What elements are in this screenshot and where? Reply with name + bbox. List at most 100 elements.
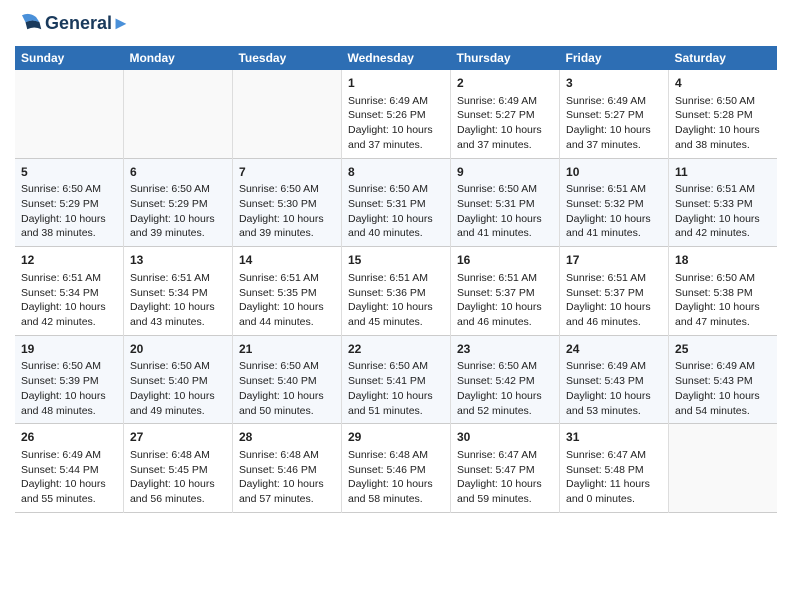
- day-info: Sunset: 5:47 PM: [457, 463, 553, 478]
- day-cell: 29Sunrise: 6:48 AMSunset: 5:46 PMDayligh…: [341, 424, 450, 513]
- day-cell: 26Sunrise: 6:49 AMSunset: 5:44 PMDayligh…: [15, 424, 123, 513]
- day-info: Sunrise: 6:51 AM: [21, 271, 117, 286]
- day-info: and 41 minutes.: [457, 226, 553, 241]
- day-info: and 43 minutes.: [130, 315, 226, 330]
- weekday-header-saturday: Saturday: [669, 46, 777, 70]
- day-info: and 37 minutes.: [457, 138, 553, 153]
- day-info: Daylight: 10 hours: [457, 123, 553, 138]
- day-info: Sunset: 5:44 PM: [21, 463, 117, 478]
- day-info: Daylight: 10 hours: [566, 212, 662, 227]
- day-info: Sunrise: 6:50 AM: [21, 359, 117, 374]
- day-cell: 6Sunrise: 6:50 AMSunset: 5:29 PMDaylight…: [123, 158, 232, 247]
- day-info: and 37 minutes.: [566, 138, 662, 153]
- day-info: Daylight: 10 hours: [21, 300, 117, 315]
- day-number: 1: [348, 75, 444, 92]
- day-info: Sunset: 5:32 PM: [566, 197, 662, 212]
- day-cell: 3Sunrise: 6:49 AMSunset: 5:27 PMDaylight…: [560, 70, 669, 158]
- day-info: and 58 minutes.: [348, 492, 444, 507]
- day-info: Sunset: 5:28 PM: [675, 108, 771, 123]
- day-info: Sunset: 5:48 PM: [566, 463, 662, 478]
- day-info: Daylight: 11 hours: [566, 477, 662, 492]
- day-info: Sunrise: 6:50 AM: [457, 182, 553, 197]
- day-number: 13: [130, 252, 226, 269]
- weekday-header-sunday: Sunday: [15, 46, 123, 70]
- day-cell: 19Sunrise: 6:50 AMSunset: 5:39 PMDayligh…: [15, 335, 123, 424]
- day-number: 2: [457, 75, 553, 92]
- header: General►: [15, 10, 777, 38]
- day-number: 31: [566, 429, 662, 446]
- calendar-table: SundayMondayTuesdayWednesdayThursdayFrid…: [15, 46, 777, 513]
- day-number: 10: [566, 164, 662, 181]
- logo-icon: [15, 10, 43, 38]
- day-info: Daylight: 10 hours: [675, 212, 771, 227]
- day-number: 16: [457, 252, 553, 269]
- day-info: Sunrise: 6:50 AM: [348, 359, 444, 374]
- day-info: Daylight: 10 hours: [130, 300, 226, 315]
- day-info: and 55 minutes.: [21, 492, 117, 507]
- day-info: Daylight: 10 hours: [566, 300, 662, 315]
- day-info: Sunrise: 6:49 AM: [566, 94, 662, 109]
- weekday-header-friday: Friday: [560, 46, 669, 70]
- calendar-container: General► SundayMondayTuesdayWednesdayThu…: [0, 0, 792, 523]
- weekday-header-monday: Monday: [123, 46, 232, 70]
- day-info: Daylight: 10 hours: [130, 212, 226, 227]
- day-info: and 46 minutes.: [566, 315, 662, 330]
- day-number: 12: [21, 252, 117, 269]
- day-cell: 23Sunrise: 6:50 AMSunset: 5:42 PMDayligh…: [451, 335, 560, 424]
- day-info: and 57 minutes.: [239, 492, 335, 507]
- day-info: Daylight: 10 hours: [566, 389, 662, 404]
- day-info: Sunrise: 6:49 AM: [566, 359, 662, 374]
- day-number: 17: [566, 252, 662, 269]
- day-number: 30: [457, 429, 553, 446]
- day-info: and 38 minutes.: [675, 138, 771, 153]
- day-cell: 30Sunrise: 6:47 AMSunset: 5:47 PMDayligh…: [451, 424, 560, 513]
- week-row-1: 1Sunrise: 6:49 AMSunset: 5:26 PMDaylight…: [15, 70, 777, 158]
- day-info: Sunset: 5:42 PM: [457, 374, 553, 389]
- day-cell: 4Sunrise: 6:50 AMSunset: 5:28 PMDaylight…: [669, 70, 777, 158]
- day-number: 28: [239, 429, 335, 446]
- day-info: Sunset: 5:29 PM: [21, 197, 117, 212]
- day-cell: 15Sunrise: 6:51 AMSunset: 5:36 PMDayligh…: [341, 247, 450, 336]
- day-info: Sunrise: 6:50 AM: [457, 359, 553, 374]
- weekday-header-row: SundayMondayTuesdayWednesdayThursdayFrid…: [15, 46, 777, 70]
- day-info: Sunrise: 6:51 AM: [675, 182, 771, 197]
- day-info: Sunset: 5:46 PM: [239, 463, 335, 478]
- day-info: Sunrise: 6:51 AM: [348, 271, 444, 286]
- day-cell: 25Sunrise: 6:49 AMSunset: 5:43 PMDayligh…: [669, 335, 777, 424]
- day-number: 24: [566, 341, 662, 358]
- day-info: Sunrise: 6:48 AM: [348, 448, 444, 463]
- day-cell: 2Sunrise: 6:49 AMSunset: 5:27 PMDaylight…: [451, 70, 560, 158]
- day-number: 9: [457, 164, 553, 181]
- day-info: Daylight: 10 hours: [566, 123, 662, 138]
- day-info: Sunset: 5:34 PM: [21, 286, 117, 301]
- day-cell: 16Sunrise: 6:51 AMSunset: 5:37 PMDayligh…: [451, 247, 560, 336]
- day-info: Sunrise: 6:51 AM: [457, 271, 553, 286]
- day-cell: [669, 424, 777, 513]
- day-info: and 39 minutes.: [130, 226, 226, 241]
- day-info: Sunrise: 6:47 AM: [566, 448, 662, 463]
- day-cell: 8Sunrise: 6:50 AMSunset: 5:31 PMDaylight…: [341, 158, 450, 247]
- logo-text-line1: General►: [45, 14, 130, 34]
- day-cell: 14Sunrise: 6:51 AMSunset: 5:35 PMDayligh…: [232, 247, 341, 336]
- day-cell: [123, 70, 232, 158]
- day-info: and 38 minutes.: [21, 226, 117, 241]
- day-info: Daylight: 10 hours: [130, 477, 226, 492]
- day-cell: 28Sunrise: 6:48 AMSunset: 5:46 PMDayligh…: [232, 424, 341, 513]
- day-info: Sunrise: 6:49 AM: [21, 448, 117, 463]
- day-cell: 31 Sunrise: 6:47 AMSunset: 5:48 PMDayligh…: [560, 424, 669, 513]
- day-number: 22: [348, 341, 444, 358]
- day-info: Sunset: 5:46 PM: [348, 463, 444, 478]
- day-info: and 40 minutes.: [348, 226, 444, 241]
- day-info: and 51 minutes.: [348, 404, 444, 419]
- day-info: and 50 minutes.: [239, 404, 335, 419]
- day-cell: 24Sunrise: 6:49 AMSunset: 5:43 PMDayligh…: [560, 335, 669, 424]
- day-info: Sunset: 5:31 PM: [457, 197, 553, 212]
- day-number: 25: [675, 341, 771, 358]
- day-info: Daylight: 10 hours: [21, 389, 117, 404]
- day-number: 6: [130, 164, 226, 181]
- week-row-3: 12Sunrise: 6:51 AMSunset: 5:34 PMDayligh…: [15, 247, 777, 336]
- day-cell: 10Sunrise: 6:51 AMSunset: 5:32 PMDayligh…: [560, 158, 669, 247]
- weekday-header-tuesday: Tuesday: [232, 46, 341, 70]
- day-info: Sunrise: 6:51 AM: [239, 271, 335, 286]
- day-info: Daylight: 10 hours: [21, 212, 117, 227]
